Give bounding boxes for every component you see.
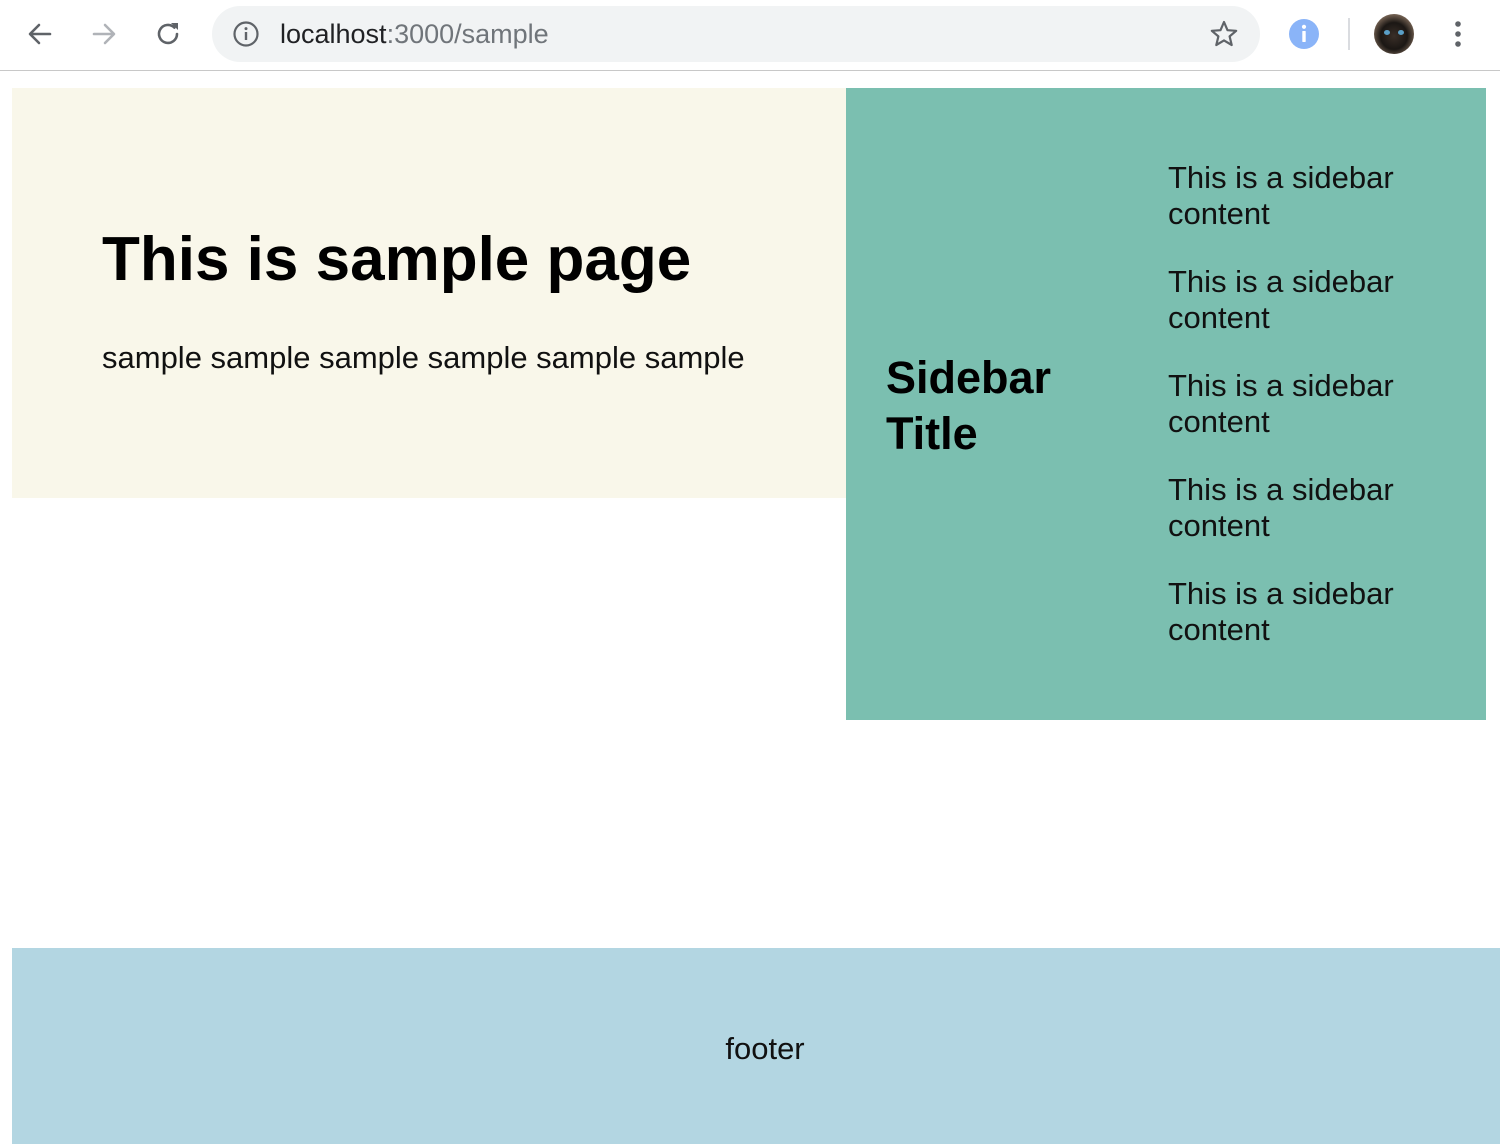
sidebar-item: This is a sidebar content — [1168, 264, 1394, 335]
url-path: :3000/sample — [386, 19, 549, 49]
sidebar-item: This is a sidebar content — [1168, 368, 1394, 439]
forward-button[interactable] — [84, 14, 124, 54]
sidebar-item: This is a sidebar content — [1168, 472, 1394, 543]
info-circle-icon[interactable] — [232, 20, 260, 48]
footer: footer — [12, 948, 1500, 1144]
sidebar-title: Sidebar Title — [886, 352, 1052, 459]
reload-button[interactable] — [148, 14, 188, 54]
back-button[interactable] — [20, 14, 60, 54]
profile-avatar[interactable] — [1374, 14, 1414, 54]
page-title: This is sample page — [102, 225, 692, 294]
kebab-menu-icon[interactable] — [1442, 18, 1474, 50]
star-icon[interactable] — [1208, 18, 1240, 50]
arrow-right-icon — [92, 23, 116, 45]
toolbar-divider — [1348, 18, 1350, 50]
reload-icon — [157, 23, 179, 45]
sidebar-item: This is a sidebar content — [1168, 576, 1394, 647]
info-extension-icon[interactable] — [1288, 18, 1320, 50]
page-text: sample sample sample sample sample sampl… — [102, 340, 745, 375]
arrow-left-icon — [28, 23, 52, 45]
url-host: localhost — [280, 19, 387, 49]
sidebar-item: This is a sidebar content — [1168, 160, 1394, 231]
address-bar[interactable]: localhost:3000/sample — [212, 6, 1260, 62]
footer-text: footer — [725, 1031, 805, 1066]
url-text[interactable]: localhost:3000/sample — [280, 18, 549, 50]
sidebar-list: This is a sidebar content This is a side… — [1168, 160, 1468, 680]
main-content: This is sample page sample sample sample… — [12, 88, 846, 498]
avatar-eye — [1384, 30, 1390, 35]
sidebar: Sidebar Title This is a sidebar content … — [846, 88, 1486, 720]
browser-toolbar: localhost:3000/sample — [0, 0, 1500, 71]
avatar-eye — [1398, 30, 1404, 35]
